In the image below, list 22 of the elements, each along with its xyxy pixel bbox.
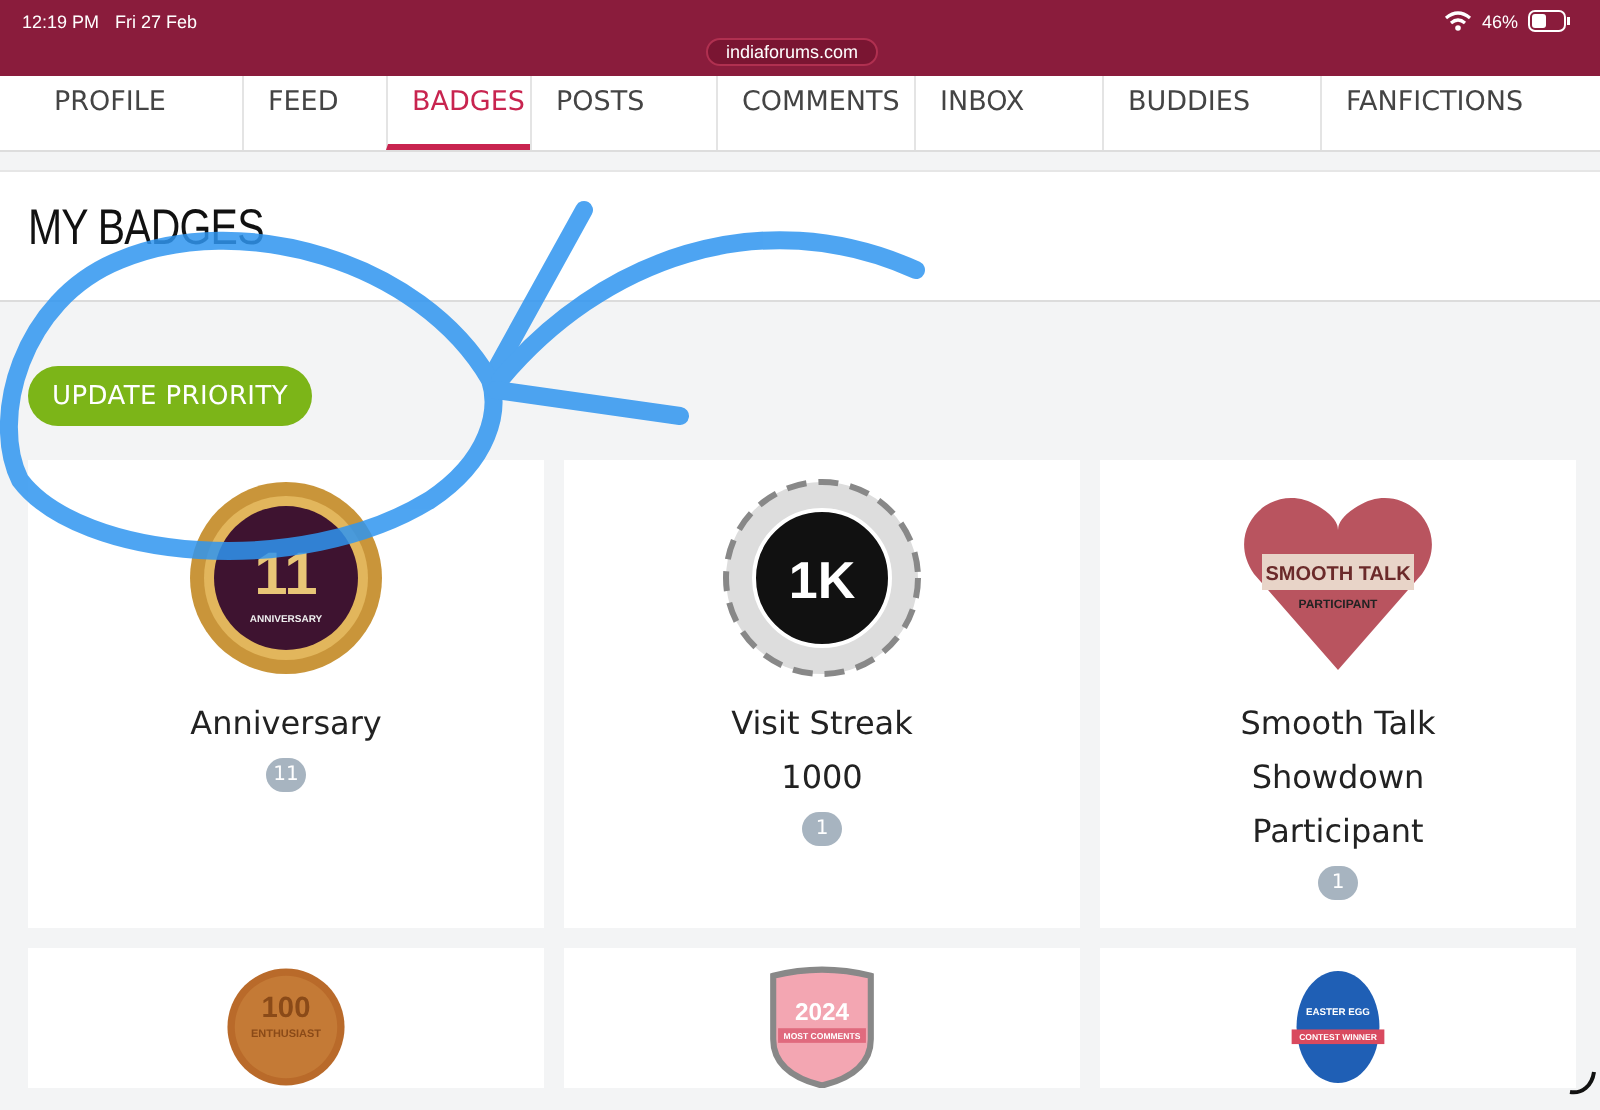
count-badge: 1 [802, 812, 842, 846]
count-badge: 11 [265, 758, 307, 792]
url-field[interactable]: indiaforums.com [706, 38, 879, 66]
rosette-badge-drawing: 1K [722, 478, 922, 678]
battery-icon [1528, 10, 1572, 32]
nav-tab[interactable]: PROFILE [0, 76, 242, 150]
nav-tab[interactable]: INBOX [914, 76, 1102, 150]
nav-tab[interactable]: FEED [242, 76, 386, 150]
nav-tab[interactable]: BUDDIES [1102, 76, 1320, 150]
nav-tab[interactable]: BADGES [386, 76, 530, 150]
nav-tab[interactable]: COMMENTS [716, 76, 914, 150]
count-badge: 1 [1318, 866, 1358, 900]
nav-tab[interactable]: POSTS [530, 76, 716, 150]
badge-name: Visit Streak 1000 [729, 702, 915, 800]
badge-name: Anniversary [190, 702, 382, 746]
nav-tab[interactable]: FANFICTIONS [1320, 76, 1600, 150]
wifi-icon [1443, 10, 1472, 32]
spinner-icon [1568, 1068, 1596, 1096]
battery-percent: 46% [1481, 11, 1518, 31]
badge-name: Smooth Talk Showdown Participant [1238, 702, 1438, 854]
time-text: 12:19 PM [22, 12, 100, 32]
date-text: Fri 27 Feb [115, 12, 198, 32]
